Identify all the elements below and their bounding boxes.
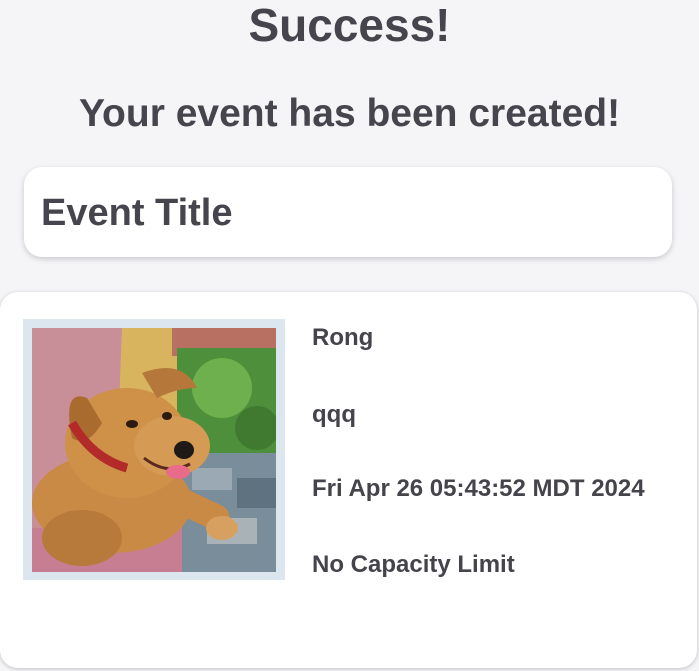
event-date: Fri Apr 26 05:43:52 MDT 2024 — [312, 475, 645, 502]
event-details-card: Rong qqq Fri Apr 26 05:43:52 MDT 2024 No… — [0, 292, 697, 668]
event-photo — [23, 319, 285, 580]
success-title: Success! — [248, 0, 451, 51]
event-title-label: Event Title — [41, 192, 233, 234]
event-description: qqq — [312, 401, 356, 428]
event-created-message: Your event has been created! — [78, 92, 621, 135]
event-title-card: Event Title — [24, 167, 672, 257]
dog-photo-image — [32, 328, 276, 572]
event-capacity: No Capacity Limit — [312, 551, 515, 578]
event-organizer: Rong — [312, 324, 374, 351]
